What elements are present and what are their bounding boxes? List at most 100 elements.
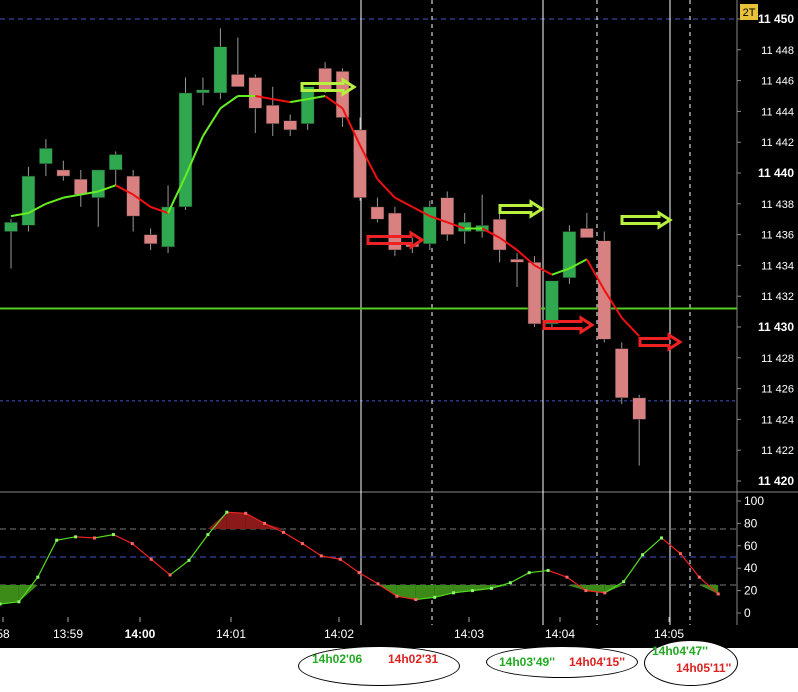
candle-bear xyxy=(248,77,263,109)
oscillator-tick-label[interactable]: 0 xyxy=(744,606,751,620)
oscillator-point xyxy=(17,600,21,604)
oscillator-point xyxy=(300,542,304,546)
oscillator-point xyxy=(584,589,588,593)
candle-bear xyxy=(143,234,158,245)
time-tick-label[interactable]: 14:03 xyxy=(454,627,484,641)
oscillator-point xyxy=(357,571,361,575)
oscillator-point xyxy=(130,542,134,546)
trading-chart-window: 11 450 11 448 11 446 11 444 11 442 11 440 11 4… xyxy=(0,0,798,687)
candle-bear xyxy=(126,175,140,217)
chart-background xyxy=(0,0,798,648)
oscillator-tick-label[interactable]: 40 xyxy=(744,561,758,575)
oscillator-point xyxy=(716,592,720,596)
badge-label[interactable]: 2T xyxy=(743,7,756,19)
candle-bull xyxy=(91,169,105,198)
price-tick-label[interactable]: 11 450 xyxy=(758,12,794,26)
candle-bull xyxy=(545,280,559,325)
oscillator-point xyxy=(414,598,418,602)
chart-canvas: 11 450 11 448 11 446 11 444 11 442 11 440 11 4… xyxy=(0,0,798,687)
oscillator-point xyxy=(603,591,607,595)
oscillator-tick-label[interactable]: 100 xyxy=(744,494,764,508)
candle-bull xyxy=(178,92,193,208)
time-tick-label[interactable]: 13:59 xyxy=(53,627,83,641)
time-tick-label[interactable]: 14:04 xyxy=(545,627,575,641)
oscillator-point xyxy=(168,573,172,577)
oscillator-point xyxy=(187,558,191,562)
price-tick-label[interactable]: 11 440 xyxy=(758,166,794,180)
candle-bear xyxy=(527,262,542,325)
oscillator-point xyxy=(338,557,342,561)
time-tick-label[interactable]: 14:00 xyxy=(125,627,156,641)
price-tick-label[interactable]: 11 428 xyxy=(761,353,794,365)
candle-bull xyxy=(39,148,53,165)
oscillator-point xyxy=(622,580,626,584)
oscillator-point xyxy=(489,586,493,590)
candle-bear xyxy=(56,169,71,177)
candle-bear xyxy=(353,129,367,198)
oscillator-point xyxy=(527,571,531,575)
oscillator-point xyxy=(149,557,153,561)
candle-bear xyxy=(370,206,385,220)
annotation-time-green-3: 14h04'47'' xyxy=(652,644,708,658)
annotation-time-green-2: 14h03'49'' xyxy=(499,655,555,669)
candle-bull xyxy=(423,206,437,245)
candle-bull xyxy=(21,175,36,226)
oscillator-point xyxy=(508,581,512,585)
candle-bear xyxy=(580,228,594,238)
oscillator-point xyxy=(111,533,115,537)
price-tick-label[interactable]: 11 448 xyxy=(761,45,794,57)
annotation-time-red-1: 14h02'31 xyxy=(388,652,439,666)
oscillator-tick-label[interactable]: 20 xyxy=(744,584,758,598)
oscillator-zone-fill xyxy=(226,512,246,529)
time-tick-label[interactable]: 14:02 xyxy=(324,627,354,641)
oscillator-point xyxy=(433,595,437,599)
oscillator-point xyxy=(395,594,399,598)
price-tick-label[interactable]: 11 436 xyxy=(761,230,794,242)
oscillator-point xyxy=(319,554,323,558)
timeframe-badge[interactable]: 2T xyxy=(740,4,758,20)
oscillator-point xyxy=(263,521,267,525)
oscillator-point xyxy=(471,589,474,593)
price-tick-label[interactable]: 11 426 xyxy=(761,384,794,396)
oscillator-tick-label[interactable]: 60 xyxy=(744,539,758,553)
price-tick-label[interactable]: 11 444 xyxy=(761,106,794,118)
oscillator-point xyxy=(244,511,248,515)
candle-bull xyxy=(4,222,18,232)
candle-bull xyxy=(300,86,315,124)
candle-bear xyxy=(74,178,88,195)
price-tick-label[interactable]: 11 438 xyxy=(761,199,794,211)
annotation-time-red-3: 14h05'11'' xyxy=(676,661,732,675)
price-tick-label[interactable]: 11 424 xyxy=(761,414,794,426)
annotation-time-red-2: 14h04'15'' xyxy=(569,655,625,669)
oscillator-point xyxy=(0,602,2,606)
candle-bear xyxy=(510,258,524,263)
oscillator-point xyxy=(36,575,40,579)
time-tick-label[interactable]: 14:01 xyxy=(216,627,246,641)
candle-bear xyxy=(440,197,454,235)
candle-bear xyxy=(632,397,646,420)
oscillator-point xyxy=(546,568,550,572)
oscillator-point xyxy=(452,591,456,595)
price-tick-label[interactable]: 11 432 xyxy=(761,291,794,303)
oscillator-point xyxy=(660,536,663,540)
oscillator-point xyxy=(282,530,285,534)
time-tick-label[interactable]: 14:05 xyxy=(654,627,684,641)
candle-bear xyxy=(231,74,245,88)
oscillator-zone-fill xyxy=(0,585,19,605)
candle-bull xyxy=(108,154,123,171)
oscillator-tick-label[interactable]: 80 xyxy=(744,516,758,530)
oscillator-point xyxy=(565,575,569,579)
price-tick-label[interactable]: 11 422 xyxy=(761,445,794,457)
oscillator-point xyxy=(641,553,645,557)
time-tick-label[interactable]: 58 xyxy=(0,627,10,641)
price-tick-label[interactable]: 11 442 xyxy=(761,137,794,149)
price-tick-label[interactable]: 11 420 xyxy=(758,474,794,488)
candle-bear xyxy=(266,104,280,124)
oscillator-point xyxy=(93,536,96,540)
price-tick-label[interactable]: 11 434 xyxy=(761,260,794,272)
oscillator-point xyxy=(74,535,78,539)
candle-bull xyxy=(213,46,228,94)
oscillator-point xyxy=(678,552,682,556)
price-tick-label[interactable]: 11 446 xyxy=(761,76,794,88)
price-tick-label[interactable]: 11 430 xyxy=(758,320,794,334)
